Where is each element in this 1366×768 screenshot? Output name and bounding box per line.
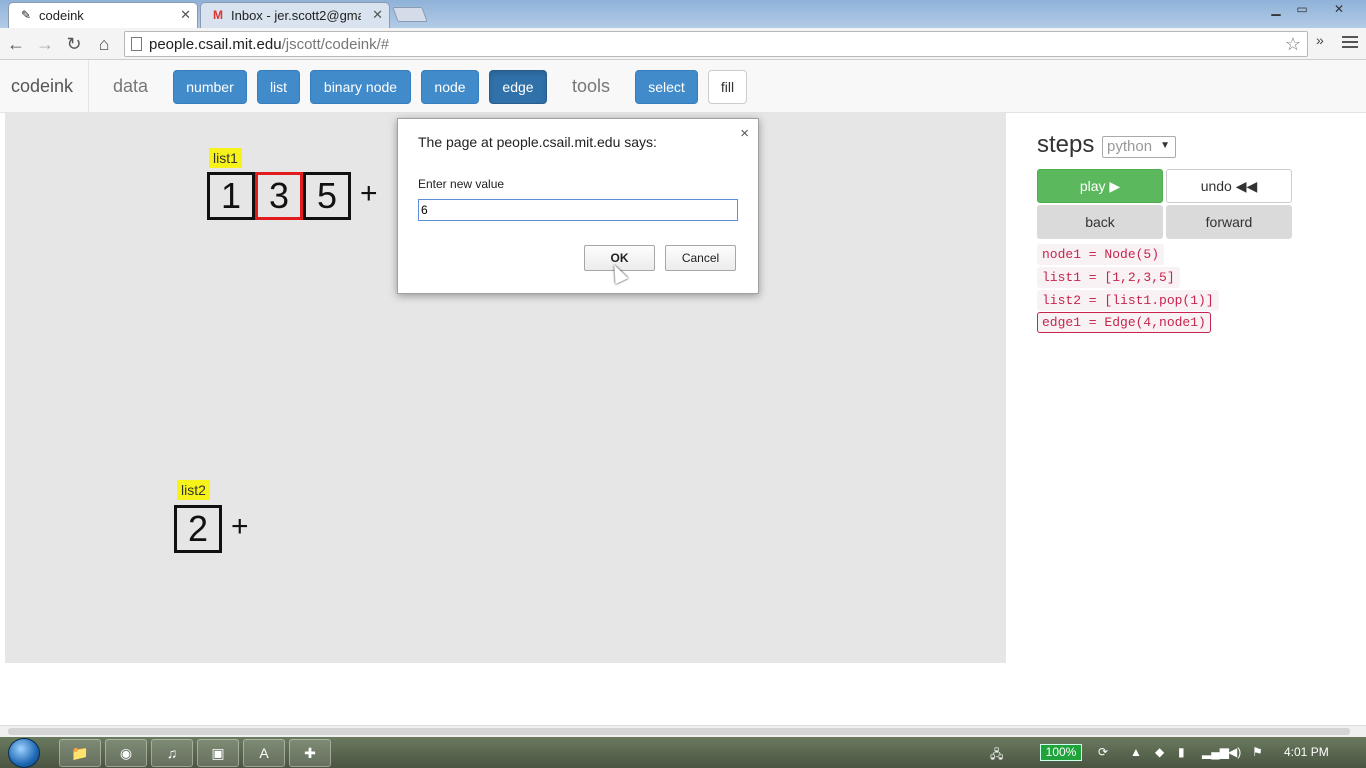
list2-add-button[interactable]: +: [231, 510, 249, 544]
new-tab-button[interactable]: [392, 7, 428, 22]
chrome-icon[interactable]: ◉: [105, 739, 147, 767]
scrollbar-thumb[interactable]: [8, 728, 1350, 735]
menu-icon[interactable]: [1342, 34, 1358, 50]
list1-label[interactable]: list1: [209, 148, 242, 168]
horizontal-scrollbar[interactable]: [0, 725, 1366, 737]
list-button[interactable]: list: [257, 70, 300, 104]
dropbox-icon[interactable]: ◆: [1155, 745, 1164, 759]
acrobat-icon[interactable]: A: [243, 739, 285, 767]
show-hidden-icon[interactable]: ▲: [1130, 745, 1142, 759]
address-bar[interactable]: people.csail.mit.edu/jscott/codeink/# ☆: [124, 31, 1308, 57]
list1-cell[interactable]: 5: [303, 172, 351, 220]
language-select[interactable]: python ▼: [1102, 136, 1176, 158]
dialog-close-icon[interactable]: ×: [740, 125, 749, 142]
forward-button[interactable]: forward: [1166, 205, 1292, 239]
tab-inbox[interactable]: M Inbox - jer.scott2@gmail.c ✕: [200, 2, 390, 28]
list1-add-button[interactable]: +: [360, 177, 378, 211]
fill-button[interactable]: fill: [708, 70, 747, 104]
tab-title: Inbox - jer.scott2@gmail.c: [231, 8, 361, 23]
gmail-icon: M: [213, 8, 223, 22]
dropdown-caret-icon: ▼: [1160, 140, 1170, 151]
explorer-icon[interactable]: 📁: [59, 739, 101, 767]
home-icon[interactable]: ⌂: [92, 32, 116, 56]
play-button[interactable]: play ▶: [1037, 169, 1163, 203]
signal-icon[interactable]: ▂▄▆: [1202, 745, 1229, 759]
language-value: python: [1107, 138, 1153, 155]
terminal-icon[interactable]: ▣: [197, 739, 239, 767]
number-button[interactable]: number: [173, 70, 247, 104]
brand[interactable]: codeink: [11, 76, 73, 97]
app-navbar: codeink data number list binary node nod…: [0, 60, 1366, 113]
minimize-icon[interactable]: ▁: [1262, 0, 1290, 18]
edge-button[interactable]: edge: [489, 70, 547, 104]
tab-close-icon[interactable]: ✕: [180, 7, 191, 23]
reload-icon[interactable]: ↻: [62, 32, 86, 56]
extensions-chevron-icon[interactable]: »: [1316, 32, 1324, 48]
back-arrow-icon[interactable]: ←: [4, 32, 28, 56]
url-path: /jscott/codeink/#: [281, 36, 390, 53]
tools-label: tools: [572, 76, 611, 96]
code-step[interactable]: list2 = [list1.pop(1)]: [1037, 290, 1219, 311]
document-icon: [131, 37, 142, 51]
steps-title: steps: [1037, 131, 1095, 158]
code-step-current[interactable]: edge1 = Edge(4,node1): [1037, 312, 1211, 333]
start-button[interactable]: [8, 738, 40, 768]
forward-arrow-icon[interactable]: →: [33, 32, 57, 56]
select-button[interactable]: select: [635, 70, 698, 104]
network-tray-icon[interactable]: 🖧: [990, 745, 1003, 766]
undo-button[interactable]: undo ◀◀: [1166, 169, 1292, 203]
data-label: data: [113, 76, 149, 96]
spotify-icon[interactable]: ♫: [151, 739, 193, 767]
new-value-input[interactable]: [418, 199, 738, 221]
list1-cell-selected[interactable]: 3: [255, 172, 303, 220]
node-button[interactable]: node: [421, 70, 479, 104]
browser-tab-strip: ✎ codeink ✕ M Inbox - jer.scott2@gmail.c…: [0, 0, 1366, 28]
page-icon: ✎: [20, 8, 32, 22]
tab-codeink[interactable]: ✎ codeink ✕: [8, 2, 198, 28]
code-step[interactable]: node1 = Node(5): [1037, 244, 1165, 265]
list2-label[interactable]: list2: [177, 480, 210, 500]
clock[interactable]: 4:01 PM: [1284, 745, 1329, 759]
bookmark-star-icon[interactable]: ☆: [1285, 34, 1301, 55]
browser-toolbar: ← → ↻ ⌂ people.csail.mit.edu/jscott/code…: [0, 28, 1366, 60]
cancel-button[interactable]: Cancel: [665, 245, 736, 271]
binary-node-button[interactable]: binary node: [310, 70, 411, 104]
divider: [88, 60, 89, 113]
tab-title: codeink: [39, 8, 84, 23]
dialog-prompt: Enter new value: [418, 177, 505, 191]
battery-indicator[interactable]: 100%: [1040, 744, 1082, 761]
maximize-icon[interactable]: ▭: [1288, 0, 1316, 18]
back-button[interactable]: back: [1037, 205, 1163, 239]
url-host: people.csail.mit.edu: [149, 36, 282, 53]
list2-cell[interactable]: 2: [174, 505, 222, 553]
taskbar: 📁 ◉ ♫ ▣ A ✚ 🖧 ⟳ ▲ ◆ ▮ ▂▄▆ ◀) ⚑ 4:01 PM: [0, 737, 1366, 768]
code-step[interactable]: list1 = [1,2,3,5]: [1037, 267, 1180, 288]
tab-close-icon[interactable]: ✕: [372, 7, 383, 23]
flag-icon[interactable]: ⚑: [1252, 745, 1263, 759]
dialog-title: The page at people.csail.mit.edu says:: [418, 134, 657, 150]
volume-icon[interactable]: ◀): [1228, 745, 1241, 759]
prompt-dialog: The page at people.csail.mit.edu says: ×…: [397, 118, 759, 294]
window-close-icon[interactable]: ✕: [1324, 0, 1354, 18]
power-icon[interactable]: ▮: [1178, 745, 1185, 759]
app-icon[interactable]: ✚: [289, 739, 331, 767]
sync-tray-icon[interactable]: ⟳: [1098, 745, 1108, 759]
list1-cell[interactable]: 1: [207, 172, 255, 220]
